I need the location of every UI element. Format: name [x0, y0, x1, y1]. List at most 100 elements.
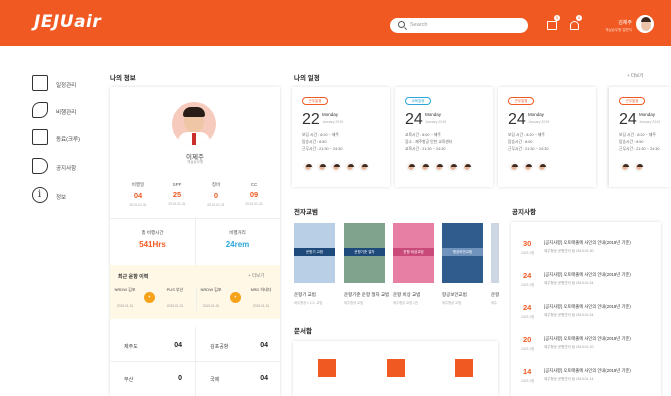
profile-photo [172, 102, 216, 146]
sidebar-item-info[interactable]: 정보 [26, 187, 86, 207]
sidebar-item-flight[interactable]: 비행관리 [26, 102, 86, 122]
sidebar-item-label: 일정관리 [56, 83, 77, 89]
schedule-more-link[interactable]: + 더보기 [627, 73, 643, 79]
recent-flights-title: 최근 운항 이력 [118, 274, 149, 280]
search-input[interactable]: Search [410, 22, 427, 28]
document-icon[interactable] [318, 359, 336, 377]
crew-avatar [318, 163, 326, 171]
schedule-tag: 근무일정 [508, 97, 534, 105]
schedule-month: January 2019 [639, 120, 661, 124]
crew-avatar [304, 163, 312, 171]
sidebar-item-label: 공지사항 [56, 166, 77, 172]
schedule-day: 24 [508, 111, 526, 128]
stat-flight-days: 비행일 04 2019.01.31 [129, 182, 147, 207]
manual-item[interactable]: 항공보안교범 [442, 223, 483, 283]
manual-title: 항공보안교범 [442, 292, 467, 297]
document-icon[interactable] [387, 359, 405, 377]
search-icon [398, 21, 405, 28]
schedule-line: 장소 : 제주항공 인천 교육센터 [405, 140, 453, 144]
crew-avatar [463, 163, 471, 171]
sidebar-item-schedule[interactable]: 일정관리 [26, 75, 86, 95]
schedule-day: 24 [405, 111, 423, 128]
count-busan: 부산 0 [124, 375, 182, 383]
schedule-card[interactable]: 근무일정 22 Monday January 2019 보딩 시간 : 8:20… [292, 87, 390, 187]
crew-avatar [449, 163, 457, 171]
stat-spf: SPF 25 2019.01.31 [168, 182, 186, 206]
schedule-month: January 2019 [322, 120, 344, 124]
manual-item[interactable]: 운항기준 절차 [344, 223, 385, 283]
plane-icon: ✈ [144, 292, 155, 303]
crew-avatar [524, 163, 532, 171]
manual-cover: 운항기 교범 [294, 223, 335, 283]
crew-avatar [538, 163, 546, 171]
schedule-line: 근무시간 : 21:30 ~ 24:30 [302, 147, 343, 151]
notice-item[interactable]: 24 2019.1월 [공지사항] 오토매출에 사인의 안내(2019년 기준)… [511, 266, 661, 300]
schedule-weekday: Monday [425, 112, 442, 117]
calendar-icon [32, 75, 48, 91]
document-icon[interactable] [455, 359, 473, 377]
stat-maintenance: 정비 0 2019.01.31 [207, 182, 225, 207]
schedule-line: 탑승시간 : 8:50 [302, 140, 327, 144]
schedule-tag: 근무일정 [302, 97, 328, 105]
top-bar: JEJUair Search 0 0 김제주 객실승무원 일반직 [0, 0, 671, 46]
manual-item[interactable]: 운항 비상교범 [393, 223, 434, 283]
notices-section-title: 공지사항 [512, 209, 536, 216]
sidebar-item-crew[interactable]: 동료(크루) [26, 129, 86, 149]
notice-item[interactable]: 30 2019.1월 [공지사항] 오토매출에 사인의 안내(2019년 기준)… [511, 234, 661, 268]
notices-card: 30 2019.1월 [공지사항] 오토매출에 사인의 안내(2019년 기준)… [511, 222, 661, 396]
bell-badge: 0 [576, 15, 582, 21]
bell-icon[interactable] [570, 21, 579, 30]
schedule-card[interactable]: 근무일정 24 Monday January 2019 보딩 시간 : 8:20… [609, 87, 671, 187]
profile-section-title: 나의 정보 [110, 75, 136, 82]
docs-section-title: 문서함 [294, 328, 312, 335]
manual-cover: 운항기준 절차 [344, 223, 385, 283]
manual-item[interactable] [491, 223, 499, 283]
crew-avatar [407, 163, 415, 171]
search-box[interactable]: Search [390, 18, 528, 33]
schedule-line: 근무시간 : 21:30 ~ 24:30 [508, 147, 549, 151]
user-name: 김제주 [618, 20, 632, 26]
count-international: 국제 04 [210, 375, 268, 383]
notice-item[interactable]: 20 2019.1월 [공지사항] 오토매출에 사인의 안내(2019년 기준)… [511, 330, 661, 364]
profile-role: 객실승무원 [186, 160, 204, 164]
schedule-weekday: Monday [639, 112, 656, 117]
sidebar-item-notice[interactable]: 공지사항 [26, 158, 86, 178]
profile-card: 이제주 객실승무원 비행일 04 2019.01.31 SPF 25 2019.… [110, 87, 280, 396]
sidebar-item-label: 정보 [56, 195, 67, 201]
recent-more-link[interactable]: + 더보기 [248, 273, 264, 279]
schedule-line: 보딩 시간 : 8:20 ~ 제주 [508, 133, 545, 137]
crew-avatar [421, 163, 429, 171]
manual-sub: 제주항공 교범 1권 [393, 301, 418, 305]
crew-avatar [510, 163, 518, 171]
crew-avatar [346, 163, 354, 171]
crew-avatar [635, 163, 643, 171]
divider [110, 361, 280, 362]
crew-avatar [360, 163, 368, 171]
stat-cc: CC 09 2019.01.31 [245, 182, 263, 206]
flight-distance: 비행거리 24rem [225, 230, 250, 249]
manual-sub: 제주 [491, 301, 498, 305]
manual-cover [491, 223, 499, 283]
mail-badge: 0 [554, 15, 560, 21]
notice-item[interactable]: 24 2019.1월 [공지사항] 오토매출에 사인의 안내(2019년 기준)… [511, 298, 661, 332]
route-item[interactable]: NRDW 김포 ✈ PUS 부산 2019.01.31 2019.01.31 [114, 287, 192, 309]
plane-icon [32, 102, 48, 118]
schedule-card[interactable]: 교육일정 24 Monday January 2019 교육시간 : 8:00 … [395, 87, 493, 187]
mail-icon[interactable] [547, 21, 557, 30]
docs-card [293, 341, 498, 396]
schedule-line: 탑승시간 : 8:50 [508, 140, 533, 144]
notice-item[interactable]: 14 2019.1월 [공지사항] 오토매출에 사인의 안내(2019년 기준)… [511, 362, 661, 396]
route-item[interactable]: NRDW 김포 ✈ NRD 하네다 2019.01.31 2019.01.31 [200, 287, 278, 309]
schedule-tag: 근무일정 [619, 97, 645, 105]
plane-icon: ✈ [230, 292, 241, 303]
user-avatar[interactable] [636, 15, 654, 33]
schedule-card[interactable]: 근무일정 24 Monday January 2019 보딩 시간 : 8:20… [498, 87, 596, 187]
manual-item[interactable]: 운항기 교범 [294, 223, 335, 283]
schedule-day: 22 [302, 111, 320, 128]
manual-title: 운항기준 운항 절차 교범 [344, 292, 390, 297]
schedule-section-title: 나의 일정 [294, 75, 320, 82]
schedule-line: 탑승시간 : 8:50 [619, 140, 644, 144]
jejuair-logo[interactable]: JEJUair [34, 12, 101, 32]
sidebar-item-label: 비행관리 [56, 110, 77, 116]
schedule-month: January 2019 [425, 120, 447, 124]
